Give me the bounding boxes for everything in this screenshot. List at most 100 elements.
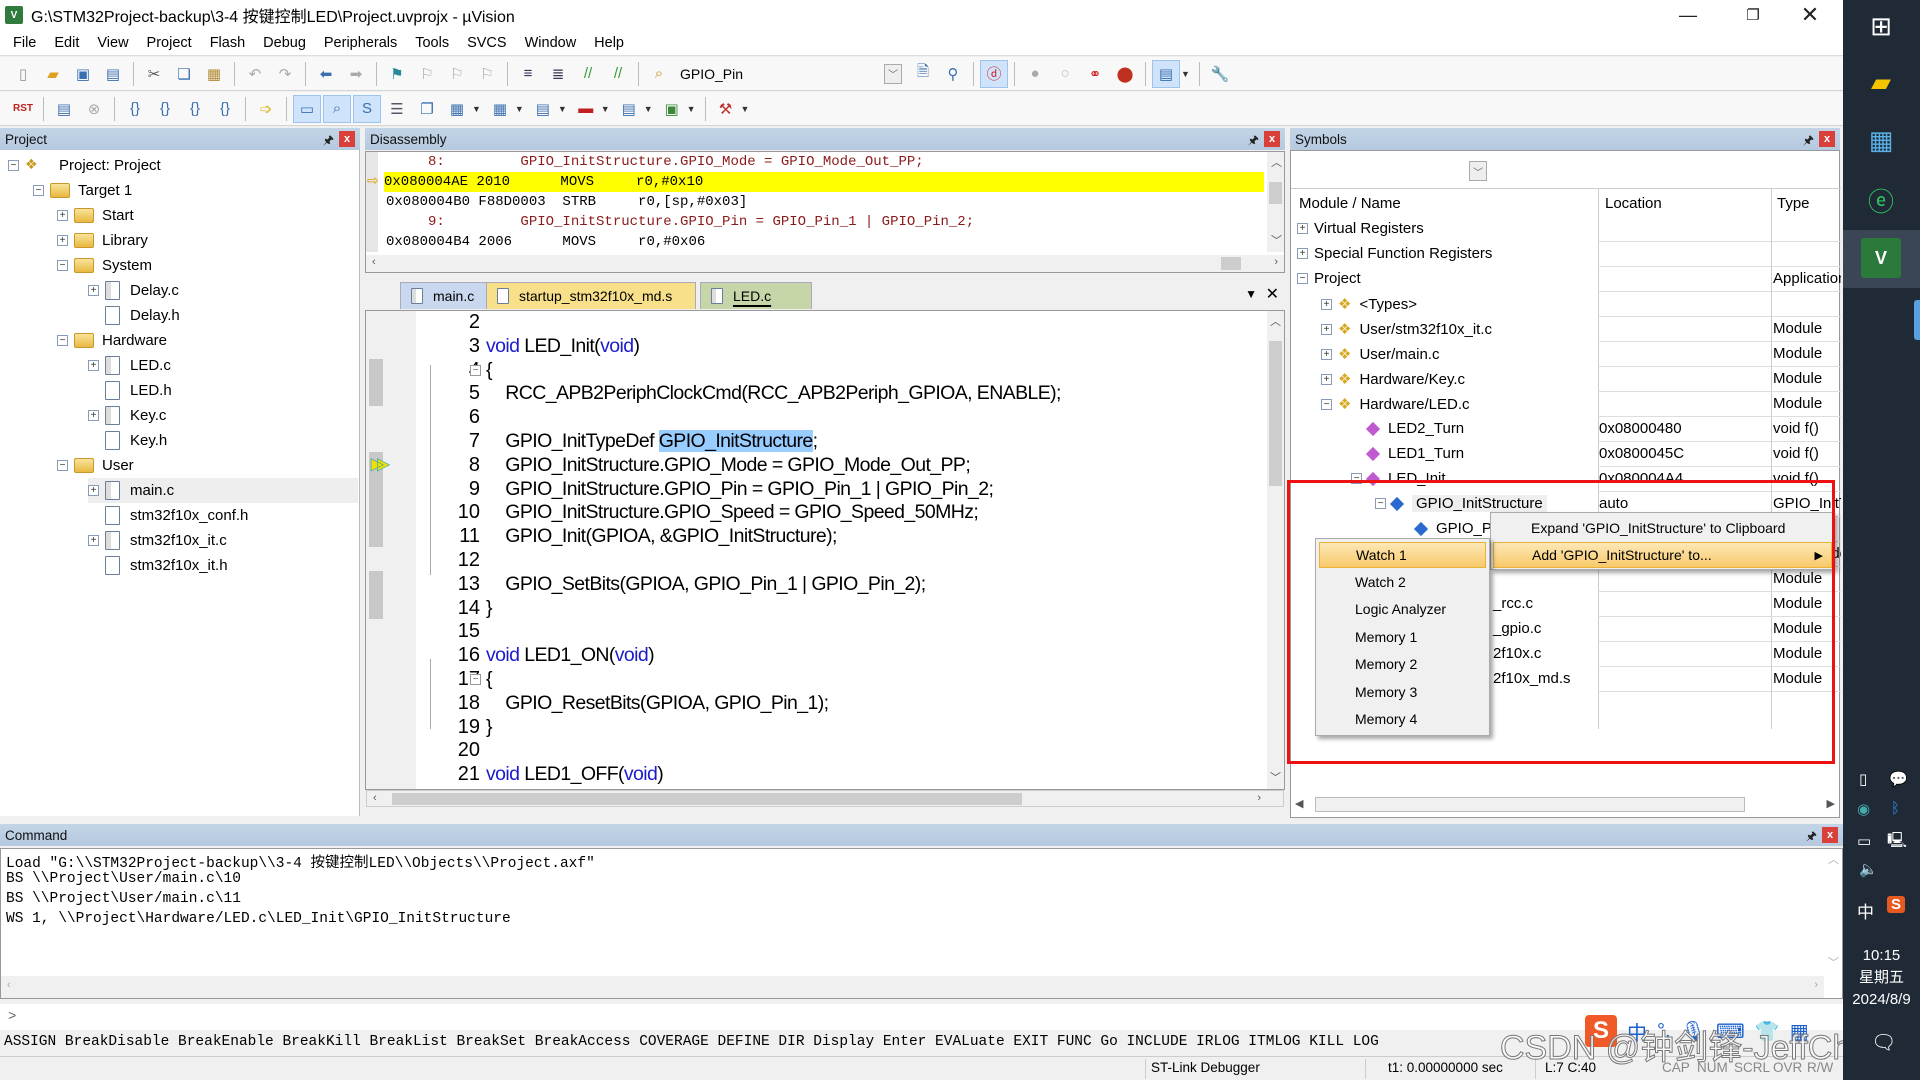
open-file-icon[interactable]: ▰ bbox=[39, 60, 67, 88]
disassembly-window-icon[interactable]: ⌕ bbox=[323, 94, 351, 123]
menu-item-watch-2[interactable]: Watch 2 bbox=[1319, 569, 1486, 595]
save-all-icon[interactable]: ▤ bbox=[99, 60, 127, 88]
code-line[interactable]: GPIO_ResetBits(GPIOA, GPIO_Pin_1); bbox=[486, 692, 829, 716]
tree-item[interactable]: + Delay.c bbox=[88, 278, 179, 303]
scroll-down-icon[interactable]: ﹀ bbox=[1271, 232, 1282, 248]
incremental-find-icon[interactable]: 🗎 bbox=[909, 60, 937, 88]
collapse-icon[interactable]: − bbox=[1321, 398, 1332, 410]
system-viewer-icon[interactable]: ▣ bbox=[658, 95, 686, 123]
step-out-icon[interactable]: {} bbox=[181, 95, 209, 123]
tree-item[interactable]: − Hardware bbox=[57, 328, 167, 353]
reset-icon[interactable]: RST bbox=[9, 95, 37, 123]
call-stack-icon[interactable]: ❐ bbox=[413, 95, 441, 123]
expand-icon[interactable]: + bbox=[57, 210, 68, 221]
wechat-icon[interactable]: 💬 bbox=[1889, 770, 1908, 788]
show-next-statement-icon[interactable]: ➩ bbox=[252, 95, 280, 123]
symbols-window-icon[interactable]: S bbox=[353, 94, 381, 123]
tree-item[interactable]: + Library bbox=[57, 228, 148, 253]
scroll-right-icon[interactable]: › bbox=[1814, 979, 1818, 991]
menu-item-memory-4[interactable]: Memory 4 bbox=[1319, 706, 1486, 732]
current-instruction[interactable]: 0x080004AE 2010 MOVS r0,#0x10 bbox=[384, 172, 1264, 192]
ime-keyboard-icon[interactable]: ⌨ bbox=[1716, 1019, 1745, 1044]
editor-vscroll[interactable]: ︿ ﹀ bbox=[1267, 311, 1284, 789]
scroll-up-icon[interactable]: ︿ bbox=[1271, 154, 1282, 170]
close-panel-icon[interactable]: x bbox=[1822, 827, 1838, 843]
menu-project[interactable]: Project bbox=[138, 35, 201, 51]
tree-item[interactable]: − ❖ Project: Project bbox=[8, 153, 161, 178]
menu-tools[interactable]: Tools bbox=[406, 35, 458, 51]
scroll-up-icon[interactable]: ︿ bbox=[1828, 851, 1839, 867]
battery-icon[interactable]: ▭ bbox=[1857, 832, 1871, 850]
find-icon[interactable]: ⚲ bbox=[939, 60, 967, 88]
expand-icon[interactable]: + bbox=[88, 535, 99, 546]
menu-item-logic-analyzer[interactable]: Logic Analyzer bbox=[1319, 596, 1486, 622]
menu-item-add-to[interactable]: Add 'GPIO_InitStructure' to... ▶ bbox=[1493, 542, 1832, 568]
symbol-row[interactable]: + ❖ User/main.c Module bbox=[1291, 342, 1841, 367]
tab-led-c[interactable]: LED.c bbox=[700, 282, 812, 309]
dropdown-arrow-icon[interactable]: ▼ bbox=[1181, 69, 1190, 79]
browser-icon[interactable]: ⓔ bbox=[1861, 180, 1901, 220]
scroll-down-icon[interactable]: ﹀ bbox=[1270, 769, 1281, 785]
tree-item[interactable]: + Start bbox=[57, 203, 134, 228]
expand-icon[interactable]: + bbox=[1297, 248, 1308, 259]
command-input[interactable]: > bbox=[0, 1004, 1843, 1030]
expand-icon[interactable]: + bbox=[88, 360, 99, 371]
collapse-icon[interactable]: − bbox=[1297, 273, 1308, 284]
collapse-icon[interactable]: − bbox=[1351, 473, 1362, 484]
chevron-down-icon[interactable]: ﹀ bbox=[884, 63, 902, 84]
symbol-row[interactable]: LED1_Turn 0x0800045C void f() bbox=[1291, 442, 1841, 467]
scroll-right-icon[interactable]: › bbox=[1257, 792, 1261, 804]
pin-icon[interactable]: 🖈 bbox=[323, 131, 334, 152]
symbol-row[interactable]: + ❖ User/stm32f10x_it.c Module bbox=[1291, 317, 1841, 342]
expand-icon[interactable]: + bbox=[1321, 298, 1332, 310]
collapse-icon[interactable]: − bbox=[33, 185, 44, 196]
sogou-icon[interactable]: S bbox=[1585, 1015, 1618, 1047]
code-line[interactable]: GPIO_SetBits(GPIOA, GPIO_Pin_1 | GPIO_Pi… bbox=[486, 573, 926, 597]
find-in-files-icon[interactable]: ⌕ bbox=[645, 60, 673, 88]
insert-breakpoint-icon[interactable]: ● bbox=[1021, 60, 1049, 88]
symbol-row[interactable]: + ❖ Hardware/Key.c Module bbox=[1291, 367, 1841, 392]
close-panel-icon[interactable]: x bbox=[1819, 131, 1835, 147]
menu-item-memory-2[interactable]: Memory 2 bbox=[1319, 651, 1486, 677]
dropdown-arrow-icon[interactable]: ▼ bbox=[687, 104, 696, 114]
ime-skin-icon[interactable]: 👕 bbox=[1755, 1019, 1780, 1044]
code-line[interactable]: { bbox=[486, 668, 493, 692]
tree-item[interactable]: Delay.h bbox=[88, 303, 180, 328]
step-over-icon[interactable]: {} bbox=[151, 95, 179, 123]
windows-start-icon[interactable]: ⊞ bbox=[1861, 6, 1901, 46]
eye-app-icon[interactable]: ◉ bbox=[1857, 800, 1870, 818]
scroll-thumb[interactable] bbox=[1269, 341, 1282, 486]
code-line[interactable]: { bbox=[486, 359, 493, 383]
expand-icon[interactable]: + bbox=[88, 285, 99, 296]
collapse-icon[interactable]: − bbox=[1375, 498, 1386, 509]
dropdown-arrow-icon[interactable]: ▼ bbox=[741, 104, 750, 114]
expand-icon[interactable]: + bbox=[88, 485, 99, 496]
code-line[interactable]: GPIO_InitStructure.GPIO_Speed = GPIO_Spe… bbox=[486, 501, 979, 525]
usb-icon[interactable]: ▯ bbox=[1859, 770, 1867, 788]
command-output[interactable]: Load "G:\\STM32Project-backup\\3-4 按键控制L… bbox=[0, 848, 1843, 999]
pin-icon[interactable]: 🖈 bbox=[1248, 131, 1259, 152]
collapse-icon[interactable]: − bbox=[57, 260, 68, 271]
scroll-thumb[interactable] bbox=[1315, 797, 1745, 812]
ime-voice-icon[interactable]: 🎙 bbox=[1681, 1019, 1706, 1044]
symbol-row[interactable]: LED2_Turn 0x08000480 void f() bbox=[1291, 417, 1841, 442]
tree-item[interactable]: stm32f10x_conf.h bbox=[88, 503, 248, 528]
kill-breakpoints-icon[interactable]: ⬤ bbox=[1111, 60, 1139, 88]
clock[interactable]: 10:15 星期五 2024/8/9 bbox=[1843, 945, 1920, 1011]
code-line[interactable]: } bbox=[486, 597, 493, 621]
paste-icon[interactable]: ▦ bbox=[200, 60, 228, 88]
redo-icon[interactable]: ↷ bbox=[271, 60, 299, 88]
dropdown-arrow-icon[interactable]: ▼ bbox=[515, 104, 524, 114]
stop-icon[interactable]: ⊗ bbox=[80, 95, 108, 123]
ime-punct-icon[interactable]: °, bbox=[1657, 1020, 1671, 1043]
scroll-thumb[interactable] bbox=[1221, 257, 1241, 270]
file-explorer-icon[interactable]: ▰ bbox=[1861, 62, 1901, 102]
toolbox-icon[interactable]: ⚒ bbox=[712, 95, 740, 123]
dropdown-arrow-icon[interactable]: ▼ bbox=[644, 104, 653, 114]
dropdown-arrow-icon[interactable]: ▼ bbox=[601, 104, 610, 114]
tree-item[interactable]: + main.c bbox=[88, 478, 358, 503]
symbol-row[interactable]: − LED_Init 0x080004A4 void f() bbox=[1291, 467, 1841, 492]
save-icon[interactable]: ▣ bbox=[69, 60, 97, 88]
code-line[interactable]: GPIO_InitTypeDef GPIO_InitStructure; bbox=[486, 430, 818, 454]
scroll-left-icon[interactable]: ‹ bbox=[7, 979, 11, 991]
